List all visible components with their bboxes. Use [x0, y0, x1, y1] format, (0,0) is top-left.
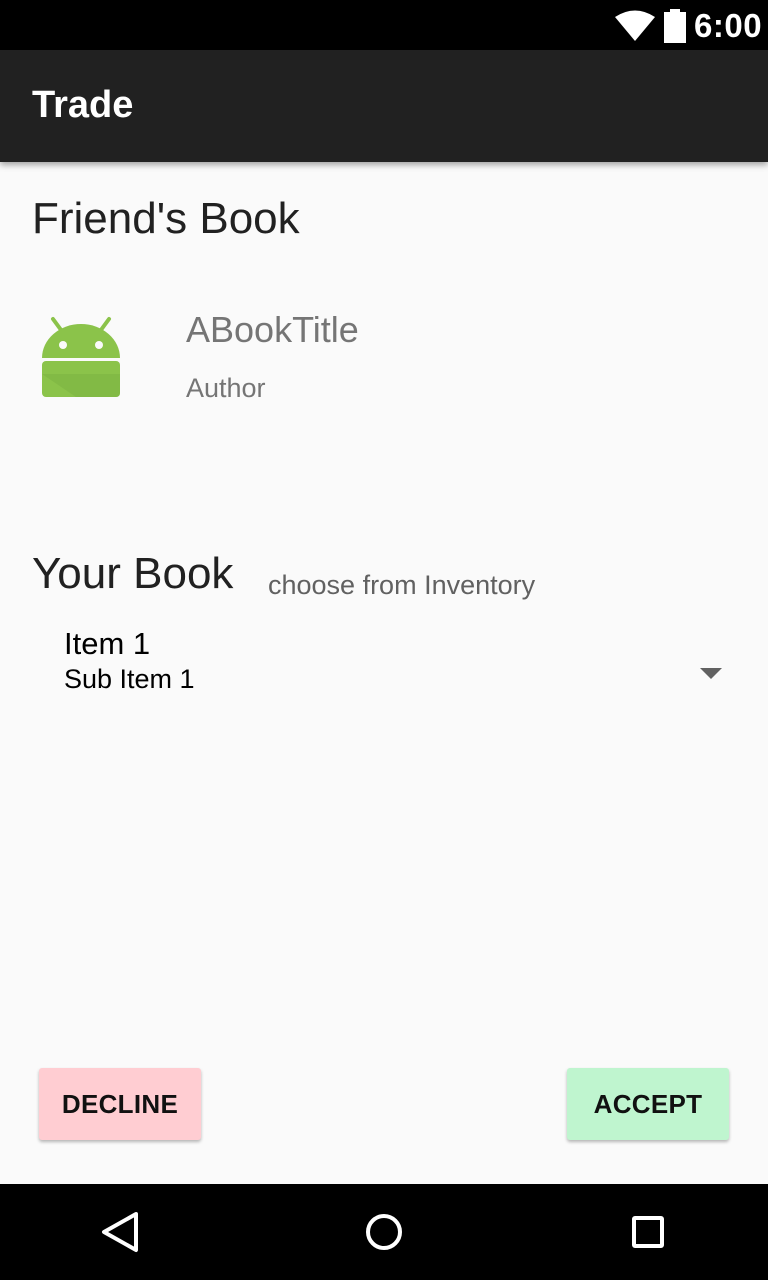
your-book-heading: Your Book	[32, 549, 234, 598]
inventory-spinner[interactable]: Item 1 Sub Item 1	[48, 622, 744, 704]
screen: 6:00 Trade Friend's Book ABookTitle Auth…	[0, 0, 768, 1280]
home-icon[interactable]	[354, 1202, 414, 1262]
book-title: ABookTitle	[186, 309, 359, 350]
android-icon	[42, 317, 120, 397]
inventory-hint: choose from Inventory	[268, 570, 536, 600]
back-icon[interactable]	[90, 1202, 150, 1262]
navigation-bar	[0, 1184, 768, 1280]
app-bar: Trade	[0, 50, 768, 162]
spinner-item: Item 1	[64, 626, 151, 661]
clock: 6:00	[694, 7, 763, 44]
app-bar-title: Trade	[32, 84, 134, 126]
decline-button[interactable]: DECLINE	[39, 1068, 201, 1140]
wifi-icon	[615, 10, 655, 41]
friends-book-heading: Friend's Book	[32, 194, 300, 243]
spinner-sub-item: Sub Item 1	[64, 664, 195, 694]
recents-icon[interactable]	[618, 1202, 678, 1262]
accept-button[interactable]: ACCEPT	[567, 1068, 729, 1140]
dropdown-arrow-icon	[700, 668, 722, 679]
book-author: Author	[186, 373, 266, 403]
battery-icon	[664, 9, 686, 43]
status-bar: 6:00	[0, 0, 768, 50]
